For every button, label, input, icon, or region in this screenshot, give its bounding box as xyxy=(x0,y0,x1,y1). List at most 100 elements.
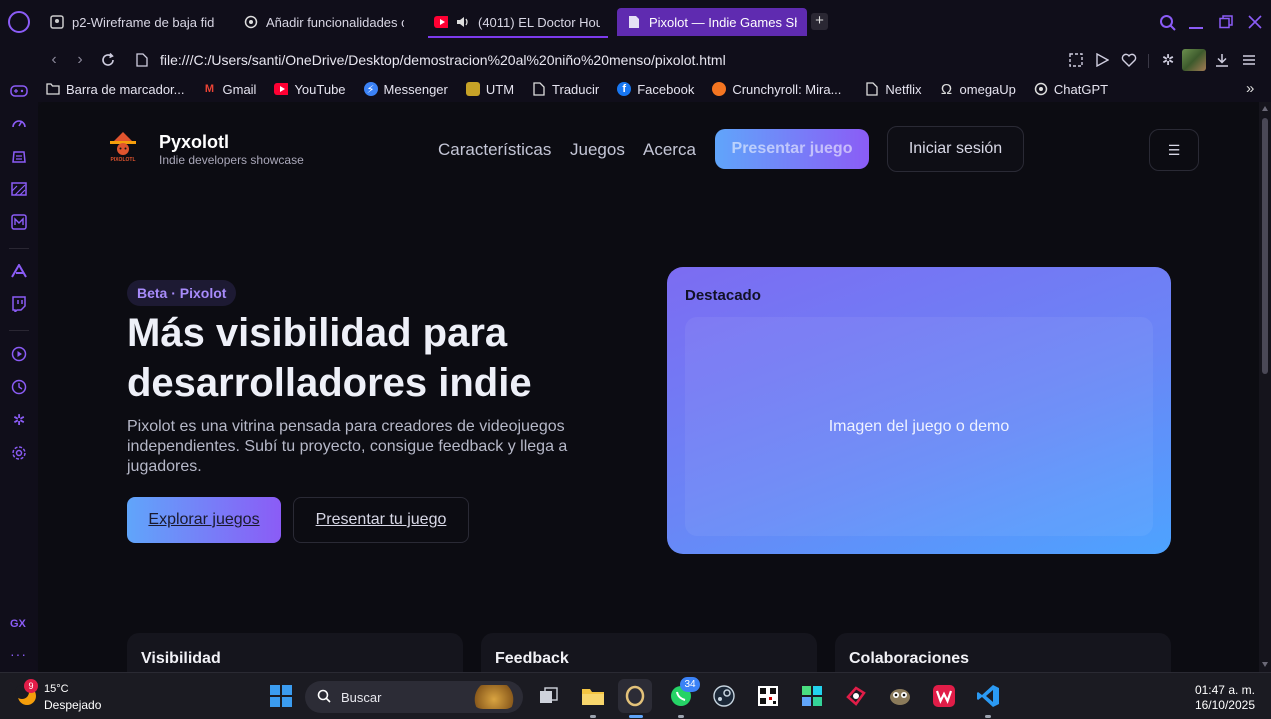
pyxolotl-logo[interactable]: PIXOLOTL xyxy=(108,130,138,164)
aria-icon[interactable] xyxy=(9,261,29,281)
bookmark-crunchyroll[interactable]: Crunchyroll: Mira... xyxy=(712,82,841,97)
gx-control-label[interactable]: GX xyxy=(10,618,26,630)
nav-juegos[interactable]: Juegos xyxy=(570,140,625,160)
file-explorer-icon[interactable] xyxy=(576,679,610,713)
windows-taskbar: 9 15°C Despejado Buscar 34 01:47 a. m. 1… xyxy=(0,672,1271,719)
extensions-icon[interactable]: ✲ xyxy=(1156,48,1180,72)
gallery-app-icon[interactable] xyxy=(795,679,829,713)
present-game-button[interactable]: Presentar juego xyxy=(715,129,869,169)
minimize-icon[interactable] xyxy=(1189,27,1203,29)
windows-start-icon[interactable] xyxy=(264,679,298,713)
active-app-indicator xyxy=(629,715,643,718)
heart-icon[interactable] xyxy=(1117,48,1141,72)
extensions-sidebar-icon[interactable]: ✲ xyxy=(9,410,29,430)
url-field[interactable]: file:///C:/Users/santi/OneDrive/Desktop/… xyxy=(160,48,726,72)
feature-title: Visibilidad xyxy=(141,650,221,667)
scroll-down-icon[interactable] xyxy=(1262,662,1268,667)
weather-icon[interactable]: 9 xyxy=(14,679,38,707)
scrollbar-thumb[interactable] xyxy=(1262,118,1268,374)
settings-gear-icon[interactable] xyxy=(9,443,29,463)
bookmark-chatgpt[interactable]: ChatGPT xyxy=(1034,82,1108,97)
tab-funcionalidades[interactable]: Añadir funcionalidades có xyxy=(234,8,414,36)
news-icon[interactable] xyxy=(9,147,29,167)
new-tab-button[interactable]: + xyxy=(811,13,828,30)
messenger-icon: ⚡ xyxy=(363,82,378,96)
nav-acerca[interactable]: Acerca xyxy=(643,140,696,160)
bookmark-messenger[interactable]: ⚡ Messenger xyxy=(363,82,448,97)
nav-caracteristicas[interactable]: Características xyxy=(438,140,551,160)
bookmark-gmail[interactable]: M Gmail xyxy=(203,82,257,97)
bookmark-traducir[interactable]: Traducir xyxy=(532,82,599,97)
messenger-m-icon[interactable] xyxy=(9,212,29,232)
crunchyroll-icon xyxy=(712,82,727,96)
login-button[interactable]: Iniciar sesión xyxy=(887,126,1024,172)
tab-pixolot-active[interactable]: Pixolot — Indie Games Sh xyxy=(617,8,807,36)
whatsapp-badge: 34 xyxy=(680,677,700,692)
feature-title: Colaboraciones xyxy=(849,650,970,667)
search-tabs-icon[interactable] xyxy=(1159,14,1177,32)
back-icon[interactable]: ‹ xyxy=(42,48,66,72)
speaker-icon[interactable] xyxy=(456,15,470,29)
wallpaper-icon[interactable] xyxy=(9,179,29,199)
taskbar-clock-date[interactable]: 16/10/2025 xyxy=(1195,698,1255,712)
bookmark-youtube[interactable]: YouTube xyxy=(274,82,346,97)
netbeans-icon[interactable] xyxy=(839,679,873,713)
forward-icon[interactable]: › xyxy=(68,48,92,72)
twitch-icon[interactable] xyxy=(9,294,29,314)
facebook-icon: f xyxy=(617,82,632,96)
present-your-game-button[interactable]: Presentar tu juego xyxy=(293,497,469,543)
bookmark-folder[interactable]: Barra de marcador... xyxy=(46,82,185,97)
qr-app-icon[interactable] xyxy=(751,679,785,713)
gamepad-icon[interactable] xyxy=(9,81,29,101)
opera-gx-logo-icon[interactable] xyxy=(8,11,30,33)
bookmark-netflix[interactable]: Netflix xyxy=(865,82,922,97)
brand-name[interactable]: Pyxolotl xyxy=(159,132,229,153)
omega-icon: Ω xyxy=(940,80,953,98)
whatsapp-icon[interactable]: 34 xyxy=(664,677,700,713)
player-icon[interactable] xyxy=(1090,48,1114,72)
download-icon[interactable] xyxy=(1210,48,1234,72)
more-icon[interactable]: ··· xyxy=(10,646,27,662)
easy-setup-icon[interactable] xyxy=(1237,48,1261,72)
bookmark-omegaup[interactable]: ΩomegaUp xyxy=(940,80,1016,98)
document-icon xyxy=(865,82,879,96)
running-app-indicator xyxy=(590,715,596,718)
feature-title: Feedback xyxy=(495,650,569,667)
speed-dial-icon[interactable] xyxy=(9,114,29,134)
restore-icon[interactable] xyxy=(1219,15,1233,29)
vscode-icon[interactable] xyxy=(971,679,1005,713)
wps-office-icon[interactable] xyxy=(927,679,961,713)
search-placeholder: Buscar xyxy=(341,689,382,705)
search-highlight-icon xyxy=(471,685,517,709)
featured-media-placeholder[interactable]: Imagen del juego o demo xyxy=(685,317,1153,536)
weather-temperature[interactable]: 15°C xyxy=(44,683,69,695)
document-icon xyxy=(532,82,546,96)
avatar[interactable] xyxy=(1182,48,1206,72)
bookmark-facebook[interactable]: f Facebook xyxy=(617,82,694,97)
weather-description[interactable]: Despejado xyxy=(44,698,101,712)
bookmarks-overflow-icon[interactable]: » xyxy=(1246,80,1254,97)
openai-icon xyxy=(1034,82,1048,96)
scroll-up-icon[interactable] xyxy=(1262,106,1268,111)
reload-icon[interactable] xyxy=(96,48,120,72)
tab-wireframe[interactable]: p2-Wireframe de baja fide xyxy=(40,8,225,36)
tab-youtube-playing[interactable]: (4011) EL Doctor Hous xyxy=(424,8,610,36)
snapshot-icon[interactable] xyxy=(1064,48,1088,72)
image-icon xyxy=(50,15,64,29)
task-view-icon[interactable] xyxy=(532,679,566,713)
opera-gx-taskbar-icon[interactable] xyxy=(618,679,652,713)
explore-games-button[interactable]: Explorar juegos xyxy=(127,497,281,543)
menu-button[interactable]: ☰ xyxy=(1149,129,1199,171)
folder-icon xyxy=(46,82,60,96)
bookmark-utm[interactable]: UTM xyxy=(465,82,514,97)
taskbar-clock-time[interactable]: 01:47 a. m. xyxy=(1195,683,1255,697)
page-scrollbar[interactable] xyxy=(1259,102,1271,672)
address-bar: ‹ › file:///C:/Users/santi/OneDrive/Desk… xyxy=(0,44,1271,76)
history-icon[interactable] xyxy=(9,377,29,397)
close-window-icon[interactable] xyxy=(1248,15,1262,29)
player-circle-icon[interactable] xyxy=(9,344,29,364)
openai-icon xyxy=(244,15,258,29)
taskbar-search-input[interactable]: Buscar xyxy=(305,681,523,713)
gimp-icon[interactable] xyxy=(883,679,917,713)
steam-icon[interactable] xyxy=(707,679,741,713)
